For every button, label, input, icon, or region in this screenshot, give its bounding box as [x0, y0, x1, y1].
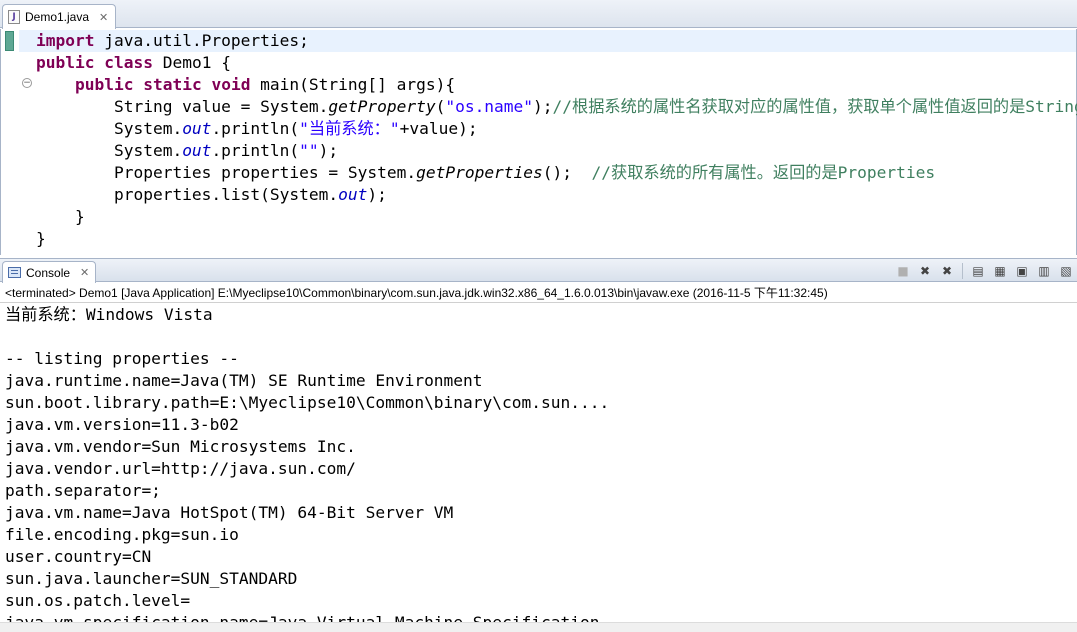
horizontal-scrollbar[interactable] — [0, 622, 1077, 632]
code-line: } — [36, 206, 1076, 228]
code-lines: import java.util.Properties; public class… — [19, 30, 1077, 250]
console-output[interactable]: 当前系统：Windows Vista -- listing properties … — [0, 304, 1077, 622]
code-line: } — [36, 228, 1076, 250]
code-token: java.util.Properties; — [94, 31, 309, 50]
code-token: class — [104, 53, 153, 72]
code-token: properties.list(System. — [36, 185, 339, 204]
code-token: //获取系统的所有属性。返回的是Properties — [591, 163, 936, 182]
console-output-line: java.vm.name=Java HotSpot(TM) 64-Bit Ser… — [5, 503, 454, 522]
code-line: System.out.println("当前系统："+value); — [36, 118, 1076, 140]
code-token: "os.name" — [445, 97, 534, 116]
remove-all-terminated-icon[interactable]: ✖ — [938, 262, 956, 280]
code-token: "当前系统：" — [299, 119, 400, 138]
console-output-line: sun.java.launcher=SUN_STANDARD — [5, 569, 298, 588]
java-file-icon: J — [8, 10, 20, 24]
console-output-line: sun.boot.library.path=E:\Myeclipse10\Com… — [5, 393, 610, 412]
code-token: ); — [318, 141, 339, 160]
code-line: public static void main(String[] args){ — [36, 74, 1076, 96]
console-toolbar: ■ ✖ ✖ ▤ ▦ ▣ ▥ ▧ — [894, 262, 1075, 280]
code-token: System. — [36, 141, 183, 160]
console-output-line: -- listing properties -- — [5, 349, 239, 368]
code-token: +value); — [399, 119, 478, 138]
code-line: public class Demo1 { — [36, 52, 1076, 74]
console-output-line: user.country=CN — [5, 547, 152, 566]
code-token: Demo1 { — [152, 53, 231, 72]
code-token: public — [36, 53, 95, 72]
code-line: import java.util.Properties; — [19, 30, 1076, 52]
console-tab-label: Console — [26, 265, 71, 280]
code-token: getProperties — [416, 163, 543, 182]
clear-console-icon[interactable]: ▤ — [969, 262, 987, 280]
code-token: import — [36, 31, 95, 50]
console-process-status: <terminated> Demo1 [Java Application] E:… — [0, 283, 1077, 303]
code-line: Properties properties = System.getProper… — [36, 162, 1076, 184]
code-token: void — [211, 75, 251, 94]
code-token: out — [182, 119, 212, 138]
code-token: String value = System. — [36, 97, 329, 116]
toolbar-separator — [962, 263, 963, 279]
console-view-header: Console ✕ ■ ✖ ✖ ▤ ▦ ▣ ▥ ▧ — [0, 258, 1077, 283]
code-token: (); — [542, 163, 592, 182]
current-line-marker-icon — [5, 31, 14, 51]
console-icon — [8, 267, 21, 278]
console-output-line: file.encoding.pkg=sun.io — [5, 525, 239, 544]
code-token: } — [36, 207, 85, 226]
close-icon[interactable]: ✕ — [80, 266, 89, 279]
code-token: ); — [533, 97, 553, 116]
console-output-line: java.vm.version=11.3-b02 — [5, 415, 239, 434]
code-token: main(String[] args){ — [250, 75, 456, 94]
editor-tab-bar: J Demo1.java ✕ — [0, 0, 1077, 29]
remove-launch-icon[interactable]: ✖ — [916, 262, 934, 280]
code-token: static — [143, 75, 202, 94]
code-token: public — [74, 75, 134, 94]
terminate-icon[interactable]: ■ — [894, 262, 912, 280]
editor-ruler — [1, 29, 19, 255]
code-line: properties.list(System.out); — [36, 184, 1076, 206]
console-output-line: 当前系统：Windows Vista — [5, 305, 213, 324]
console-output-line: java.vm.specification.name=Java Virtual … — [0, 612, 1077, 622]
code-token: System. — [36, 119, 183, 138]
code-editor[interactable]: − import java.util.Properties; public cla… — [0, 29, 1077, 255]
close-icon[interactable]: ✕ — [99, 11, 108, 24]
open-console-icon[interactable]: ▧ — [1057, 262, 1075, 280]
code-line: String value = System.getProperty("os.na… — [36, 96, 1077, 118]
code-token: ( — [435, 97, 446, 116]
console-output-line: sun.os.patch.level= — [5, 591, 191, 610]
editor-tab-label: Demo1.java — [25, 10, 90, 24]
console-output-line: path.separator=; — [5, 481, 161, 500]
console-output-line: java.runtime.name=Java(TM) SE Runtime En… — [5, 371, 483, 390]
code-token: } — [36, 229, 46, 248]
code-token: out — [338, 185, 368, 204]
code-token: Properties properties = System. — [36, 163, 417, 182]
display-selected-console-icon[interactable]: ▥ — [1035, 262, 1053, 280]
code-token: out — [182, 141, 212, 160]
console-tab[interactable]: Console ✕ — [2, 261, 96, 283]
code-token: .println( — [211, 119, 300, 138]
code-line: System.out.println(""); — [36, 140, 1076, 162]
scroll-lock-icon[interactable]: ▦ — [991, 262, 1009, 280]
console-output-line: java.vm.vendor=Sun Microsystems Inc. — [5, 437, 356, 456]
fold-collapse-icon[interactable]: − — [22, 78, 32, 88]
code-token: .println( — [211, 141, 300, 160]
console-output-line: java.vendor.url=http://java.sun.com/ — [5, 459, 356, 478]
code-token: //根据系统的属性名获取对应的属性值，获取单个属性值返回的是String — [552, 97, 1077, 116]
code-token: getProperty — [328, 97, 436, 116]
code-token: ); — [367, 185, 387, 204]
editor-tab-demo1[interactable]: J Demo1.java ✕ — [2, 4, 116, 29]
code-token: "" — [299, 141, 319, 160]
pin-console-icon[interactable]: ▣ — [1013, 262, 1031, 280]
